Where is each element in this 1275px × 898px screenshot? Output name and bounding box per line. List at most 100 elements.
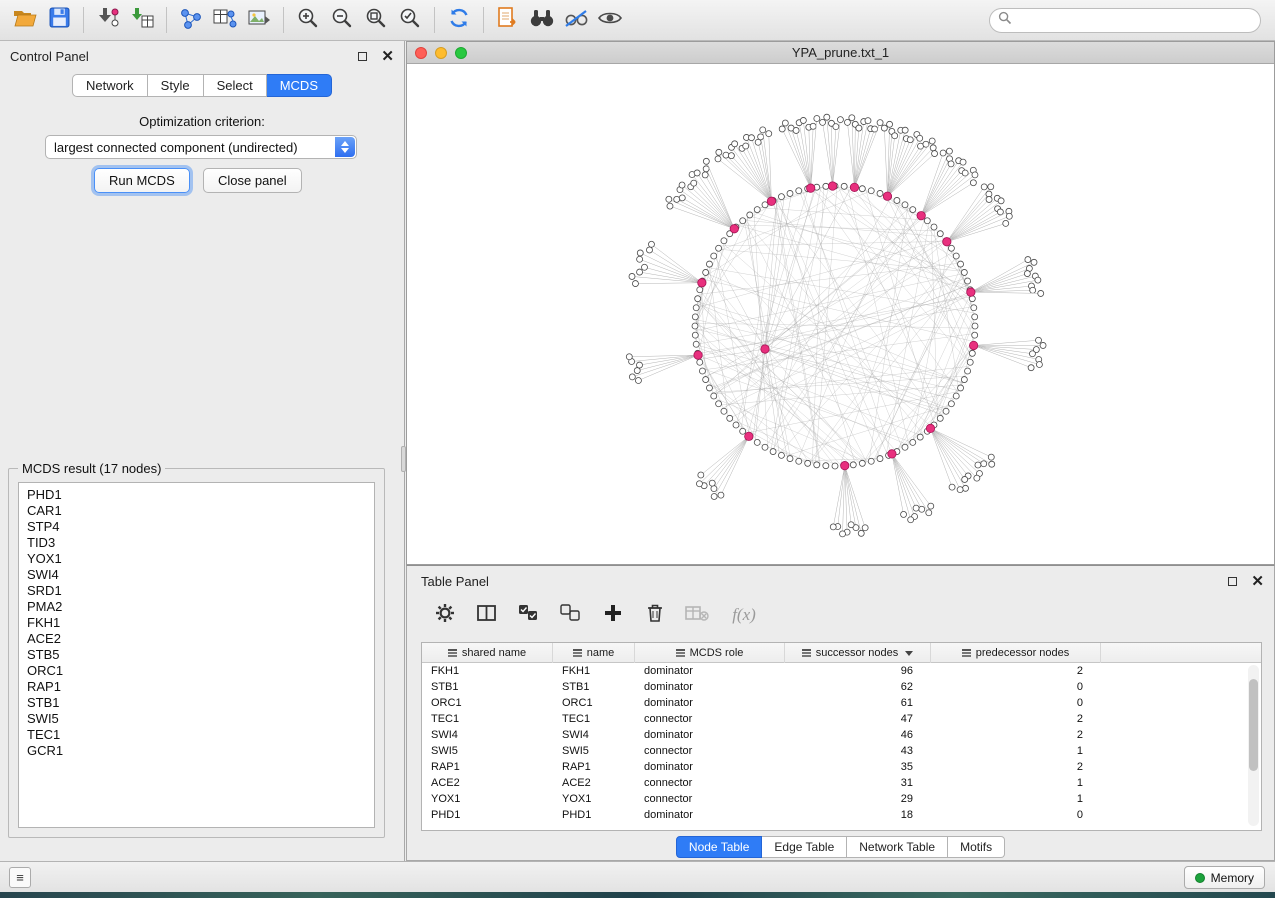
search-input[interactable]: [1017, 14, 1260, 28]
tab-edge-table[interactable]: Edge Table: [762, 836, 847, 858]
memory-status-icon: [1195, 873, 1205, 883]
scrollbar-thumb[interactable]: [1249, 679, 1258, 771]
mcds-result-list[interactable]: PHD1CAR1STP4TID3YOX1SWI4SRD1PMA2FKH1ACE2…: [18, 482, 375, 828]
new-network-button[interactable]: [174, 4, 208, 36]
mcds-node[interactable]: FKH1: [27, 615, 366, 631]
table-row[interactable]: ACE2ACE2connector311: [422, 775, 1261, 791]
mcds-node[interactable]: TID3: [27, 535, 366, 551]
mcds-node[interactable]: ORC1: [27, 663, 366, 679]
table-panel-title: Table Panel: [421, 574, 489, 589]
mcds-node[interactable]: RAP1: [27, 679, 366, 695]
share-document-button[interactable]: [491, 4, 525, 36]
close-table-panel-icon[interactable]: ✕: [1251, 574, 1264, 589]
column-options-icon[interactable]: [573, 649, 582, 657]
mcds-node[interactable]: SWI4: [27, 567, 366, 583]
mcds-node[interactable]: PHD1: [27, 487, 366, 503]
tab-node-table[interactable]: Node Table: [676, 836, 763, 858]
import-table-icon: [130, 7, 154, 34]
table-toolbar: f(x): [417, 594, 761, 636]
network-graph[interactable]: [407, 64, 1274, 564]
show-graphics-details-button[interactable]: [593, 4, 627, 36]
table-row[interactable]: TEC1TEC1connector472: [422, 711, 1261, 727]
import-table-button[interactable]: [125, 4, 159, 36]
list-icon: ≡: [16, 870, 24, 885]
mcds-node[interactable]: ACE2: [27, 631, 366, 647]
mcds-node[interactable]: SWI5: [27, 711, 366, 727]
zoom-out-button[interactable]: [325, 4, 359, 36]
table-scrollbar[interactable]: [1248, 665, 1259, 826]
tab-style[interactable]: Style: [148, 74, 204, 97]
deselect-all-button[interactable]: [559, 603, 583, 627]
column-header[interactable]: shared name: [422, 643, 553, 663]
select-all-button[interactable]: [517, 603, 541, 627]
refresh-button[interactable]: [442, 4, 476, 36]
memory-button[interactable]: Memory: [1184, 866, 1265, 889]
mcds-node[interactable]: STB5: [27, 647, 366, 663]
mcds-node[interactable]: CAR1: [27, 503, 366, 519]
tab-network[interactable]: Network: [72, 74, 148, 97]
window-minimize-dot[interactable]: [435, 47, 447, 59]
column-options-icon[interactable]: [802, 649, 811, 657]
network-titlebar[interactable]: YPA_prune.txt_1: [407, 42, 1274, 64]
network-window: YPA_prune.txt_1: [406, 41, 1275, 565]
tab-network-table[interactable]: Network Table: [847, 836, 948, 858]
columns-icon: [477, 604, 497, 627]
delete-table-button[interactable]: [685, 603, 709, 627]
zoom-in-button[interactable]: [291, 4, 325, 36]
run-mcds-button[interactable]: Run MCDS: [94, 168, 190, 193]
show-columns-button[interactable]: [475, 603, 499, 627]
search-network-button[interactable]: [525, 4, 559, 36]
column-header[interactable]: predecessor nodes: [931, 643, 1101, 663]
table-row[interactable]: SWI5SWI5connector431: [422, 743, 1261, 759]
search-box[interactable]: [989, 8, 1261, 33]
checked-boxes-icon: [518, 604, 540, 627]
column-header[interactable]: successor nodes: [785, 643, 931, 663]
column-options-icon[interactable]: [962, 649, 971, 657]
zoom-selected-button[interactable]: [393, 4, 427, 36]
toolbar-separator: [434, 7, 435, 33]
function-builder-button[interactable]: f(x): [727, 603, 761, 627]
table-settings-button[interactable]: [433, 603, 457, 627]
mcds-node[interactable]: PMA2: [27, 599, 366, 615]
window-zoom-dot[interactable]: [455, 47, 467, 59]
mcds-node[interactable]: STP4: [27, 519, 366, 535]
table-row[interactable]: FKH1FKH1dominator962: [422, 663, 1261, 679]
table-row[interactable]: RAP1RAP1dominator352: [422, 759, 1261, 775]
table-row[interactable]: PHD1PHD1dominator180: [422, 807, 1261, 823]
network-from-table-button[interactable]: [208, 4, 242, 36]
column-options-icon[interactable]: [676, 649, 685, 657]
table-row[interactable]: STB1STB1dominator620: [422, 679, 1261, 695]
open-file-button[interactable]: [8, 4, 42, 36]
gear-icon: [435, 603, 455, 628]
close-panel-button[interactable]: Close panel: [203, 168, 302, 193]
table-row[interactable]: SWI4SWI4dominator462: [422, 727, 1261, 743]
close-panel-icon[interactable]: ✕: [381, 49, 394, 64]
table-row[interactable]: YOX1YOX1connector291: [422, 791, 1261, 807]
mcds-node[interactable]: GCR1: [27, 743, 366, 759]
window-close-dot[interactable]: [415, 47, 427, 59]
sort-chevron-icon[interactable]: [905, 651, 913, 656]
hide-graphics-details-button[interactable]: [559, 4, 593, 36]
zoom-in-icon: [297, 7, 319, 34]
mcds-node[interactable]: TEC1: [27, 727, 366, 743]
delete-column-button[interactable]: [643, 603, 667, 627]
tab-select[interactable]: Select: [204, 74, 267, 97]
float-table-panel-icon[interactable]: [1228, 577, 1237, 586]
mcds-node[interactable]: STB1: [27, 695, 366, 711]
status-menu-button[interactable]: ≡: [9, 867, 31, 888]
float-panel-icon[interactable]: [358, 52, 367, 61]
tab-motifs[interactable]: Motifs: [948, 836, 1005, 858]
zoom-fit-button[interactable]: [359, 4, 393, 36]
criterion-dropdown[interactable]: largest connected component (undirected): [45, 135, 357, 159]
column-header[interactable]: MCDS role: [635, 643, 785, 663]
mcds-node[interactable]: SRD1: [27, 583, 366, 599]
add-column-button[interactable]: [601, 603, 625, 627]
column-header[interactable]: name: [553, 643, 635, 663]
import-network-button[interactable]: [91, 4, 125, 36]
save-session-button[interactable]: [42, 4, 76, 36]
tab-mcds[interactable]: MCDS: [267, 74, 332, 97]
table-row[interactable]: ORC1ORC1dominator610: [422, 695, 1261, 711]
mcds-node[interactable]: YOX1: [27, 551, 366, 567]
export-image-button[interactable]: [242, 4, 276, 36]
column-options-icon[interactable]: [448, 649, 457, 657]
